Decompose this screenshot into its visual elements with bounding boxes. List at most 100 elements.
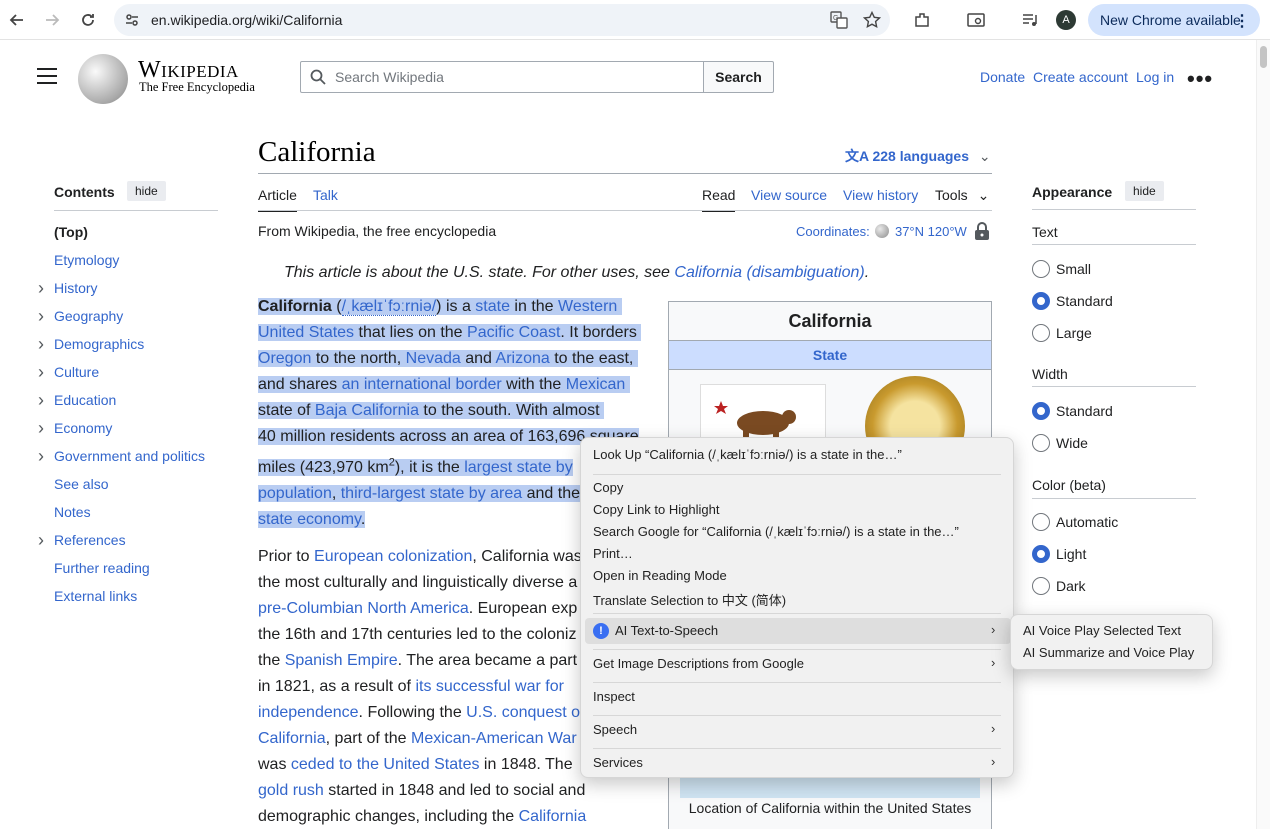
chrome-update-button[interactable]: New Chrome available ⋮: [1088, 4, 1260, 36]
toc-item[interactable]: Education: [54, 392, 116, 408]
western-us-link[interactable]: United States: [258, 324, 354, 341]
language-selector[interactable]: 文A 228 languages ⌄: [845, 146, 991, 166]
western-link[interactable]: Western: [558, 298, 617, 315]
wikipedia-globe-logo[interactable]: [78, 54, 128, 104]
radio-label[interactable]: Standard: [1056, 293, 1113, 309]
page-scrollbar[interactable]: [1256, 40, 1270, 829]
forward-icon[interactable]: [40, 8, 64, 32]
toc-item[interactable]: See also: [54, 476, 108, 492]
california-genocide-link[interactable]: California: [519, 808, 587, 825]
toc-expand-chevron-icon[interactable]: ›: [38, 307, 44, 325]
radio-width-standard[interactable]: [1032, 402, 1050, 420]
tools-dropdown[interactable]: Tools ⌄: [935, 187, 989, 204]
radio-label[interactable]: Standard: [1056, 403, 1113, 419]
largest-state-link[interactable]: largest state by: [464, 459, 573, 476]
address-bar[interactable]: en.wikipedia.org/wiki/California G: [114, 4, 890, 36]
pacific-coast-link[interactable]: Pacific Coast: [467, 324, 560, 341]
toc-item[interactable]: Culture: [54, 364, 99, 380]
mexican-american-war-link[interactable]: Mexican-American War: [411, 730, 577, 747]
infobox-subtitle[interactable]: State: [669, 340, 991, 370]
menu-item-search-google[interactable]: Search Google for “California (/ˌkælɪˈfɔ…: [593, 524, 959, 539]
international-border-link[interactable]: an international border: [342, 376, 502, 393]
independence-link[interactable]: independence: [258, 704, 359, 721]
url-text[interactable]: en.wikipedia.org/wiki/California: [151, 12, 342, 28]
spanish-empire-link[interactable]: Spanish Empire: [285, 652, 398, 669]
radio-label[interactable]: Small: [1056, 261, 1091, 277]
profile-avatar[interactable]: A: [1056, 10, 1076, 30]
toc-item[interactable]: External links: [54, 588, 137, 604]
scrollbar-thumb[interactable]: [1260, 46, 1267, 68]
toc-expand-chevron-icon[interactable]: ›: [38, 363, 44, 381]
personal-tools-ellipsis-icon[interactable]: •••: [1187, 66, 1213, 92]
media-controls-icon[interactable]: [1020, 10, 1040, 30]
oregon-link[interactable]: Oregon: [258, 350, 311, 367]
nevada-link[interactable]: Nevada: [406, 350, 461, 367]
donate-link[interactable]: Donate: [980, 69, 1025, 85]
us-conquest-link[interactable]: U.S. conquest o: [466, 704, 580, 721]
main-menu-icon[interactable]: [37, 68, 57, 86]
menu-item-ai-tts[interactable]: AI Text-to-Speech: [615, 623, 718, 638]
appearance-hide-button[interactable]: hide: [1125, 181, 1164, 201]
reload-icon[interactable]: [76, 8, 100, 32]
create-account-link[interactable]: Create account: [1033, 69, 1128, 85]
search-field[interactable]: [300, 61, 704, 93]
radio-label[interactable]: Large: [1056, 325, 1092, 341]
coordinates-link[interactable]: 37°N 120°W: [895, 224, 967, 239]
toc-item[interactable]: (Top): [54, 224, 88, 240]
toc-item[interactable]: Etymology: [54, 252, 119, 268]
radio-label[interactable]: Wide: [1056, 435, 1088, 451]
log-in-link[interactable]: Log in: [1136, 69, 1174, 85]
radio-text-standard[interactable]: [1032, 292, 1050, 310]
radio-color-dark[interactable]: [1032, 577, 1050, 595]
pronunciation-link[interactable]: /ˌkælɪˈfɔːrniə/: [341, 298, 437, 316]
baja-california-link[interactable]: Baja California: [315, 402, 419, 419]
site-info-icon[interactable]: [124, 12, 140, 28]
radio-width-wide[interactable]: [1032, 434, 1050, 452]
toc-item[interactable]: Notes: [54, 504, 91, 520]
toc-item[interactable]: History: [54, 280, 98, 296]
california-link[interactable]: California: [258, 730, 326, 747]
radio-text-small[interactable]: [1032, 260, 1050, 278]
bookmark-star-icon[interactable]: [863, 11, 881, 29]
menu-item-services[interactable]: Services: [593, 755, 643, 770]
ceded-link[interactable]: ceded to the United States: [291, 756, 480, 773]
tab-view-history[interactable]: View history: [843, 187, 918, 203]
population-link[interactable]: population: [258, 485, 332, 502]
search-input[interactable]: [335, 67, 695, 87]
tab-view-source[interactable]: View source: [751, 187, 827, 203]
toc-item[interactable]: References: [54, 532, 126, 548]
european-colonization-link[interactable]: European colonization: [314, 548, 472, 565]
menu-item-copy-link[interactable]: Copy Link to Highlight: [593, 502, 719, 517]
war-independence-link[interactable]: its successful war for: [415, 678, 563, 695]
toc-item[interactable]: Demographics: [54, 336, 144, 352]
menu-item-speech[interactable]: Speech: [593, 722, 637, 737]
toc-hide-button[interactable]: hide: [127, 181, 166, 201]
radio-color-light[interactable]: [1032, 545, 1050, 563]
third-largest-link[interactable]: third-largest state by area: [341, 485, 522, 502]
tab-read[interactable]: Read: [702, 187, 736, 212]
menu-item-reading-mode[interactable]: Open in Reading Mode: [593, 568, 727, 583]
radio-text-large[interactable]: [1032, 324, 1050, 342]
arizona-link[interactable]: Arizona: [496, 350, 550, 367]
toc-expand-chevron-icon[interactable]: ›: [38, 447, 44, 465]
back-icon[interactable]: [5, 8, 29, 32]
radio-color-automatic[interactable]: [1032, 513, 1050, 531]
toc-item[interactable]: Economy: [54, 420, 112, 436]
toc-expand-chevron-icon[interactable]: ›: [38, 419, 44, 437]
tab-talk[interactable]: Talk: [313, 187, 338, 203]
menu-item-translate[interactable]: Translate Selection to 中文 (简体): [593, 590, 786, 609]
toc-item[interactable]: Geography: [54, 308, 123, 324]
tab-article[interactable]: Article: [258, 187, 297, 212]
menu-item-inspect[interactable]: Inspect: [593, 689, 635, 704]
extensions-icon[interactable]: [912, 10, 932, 30]
menu-item-look-up[interactable]: Look Up “California (/ˌkælɪˈfɔːrniə/) is…: [593, 447, 902, 462]
state-economy-link[interactable]: state economy: [258, 511, 361, 528]
radio-label[interactable]: Dark: [1056, 578, 1086, 594]
menu-item-copy[interactable]: Copy: [593, 480, 623, 495]
disambiguation-link[interactable]: California (disambiguation): [674, 264, 864, 281]
toc-expand-chevron-icon[interactable]: ›: [38, 279, 44, 297]
toc-expand-chevron-icon[interactable]: ›: [38, 391, 44, 409]
translate-icon[interactable]: G: [830, 11, 848, 29]
radio-label[interactable]: Light: [1056, 546, 1086, 562]
lock-icon[interactable]: [973, 221, 991, 241]
